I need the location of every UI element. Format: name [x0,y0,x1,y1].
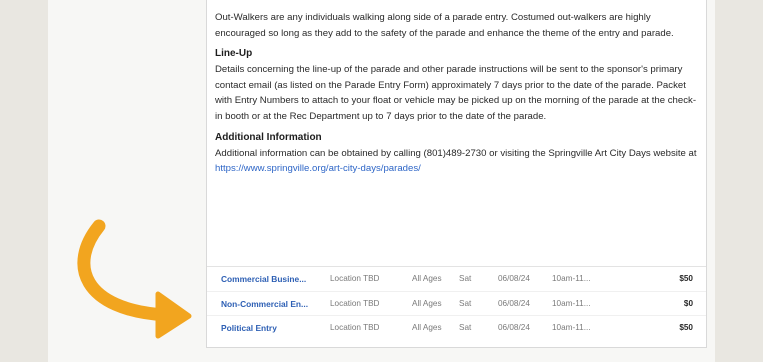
entry-date: 06/08/24 [498,323,530,332]
entry-name-link[interactable]: Political Entry [221,316,331,341]
table-row[interactable]: Commercial Busine... Location TBD All Ag… [207,267,706,292]
parades-link[interactable]: https://www.springville.org/art-city-day… [215,163,421,174]
entry-location: Location TBD [330,323,380,332]
entry-day: Sat [459,298,472,308]
entry-ages: All Ages [412,298,442,308]
additional-info-paragraph: Additional information can be obtained b… [215,146,701,177]
entry-price: $50 [679,323,693,332]
entry-name-link[interactable]: Non-Commercial En... [221,292,331,317]
curved-arrow-icon [77,219,192,339]
entry-time: 10am-11... [552,274,591,283]
entries-table: Commercial Busine... Location TBD All Ag… [207,266,706,341]
additional-info-text: Additional information can be obtained b… [215,147,697,159]
table-row[interactable]: Political Entry Location TBD All Ages Sa… [207,316,706,341]
entry-time: 10am-11... [552,298,591,308]
entry-day: Sat [459,323,472,332]
entry-date: 06/08/24 [498,298,530,308]
entry-name-link[interactable]: Commercial Busine... [221,267,331,292]
parade-info-content: Out-Walkers are any individuals walking … [215,10,701,183]
entry-day: Sat [459,274,472,283]
additional-info-heading: Additional Information [215,131,322,143]
entry-price: $50 [679,274,693,283]
lineup-heading: Line-Up [215,48,253,60]
entry-date: 06/08/24 [498,274,530,283]
lineup-paragraph: Details concerning the line-up of the pa… [215,64,697,122]
table-row[interactable]: Non-Commercial En... Location TBD All Ag… [207,292,706,317]
entry-price: $0 [683,298,693,308]
entry-ages: All Ages [412,274,442,283]
entry-location: Location TBD [330,298,380,308]
parade-info-card: Out-Walkers are any individuals walking … [206,0,707,348]
entry-ages: All Ages [412,323,442,332]
entry-time: 10am-11... [552,323,591,332]
entry-location: Location TBD [330,274,380,283]
outwalkers-paragraph: Out-Walkers are any individuals walking … [215,12,674,39]
